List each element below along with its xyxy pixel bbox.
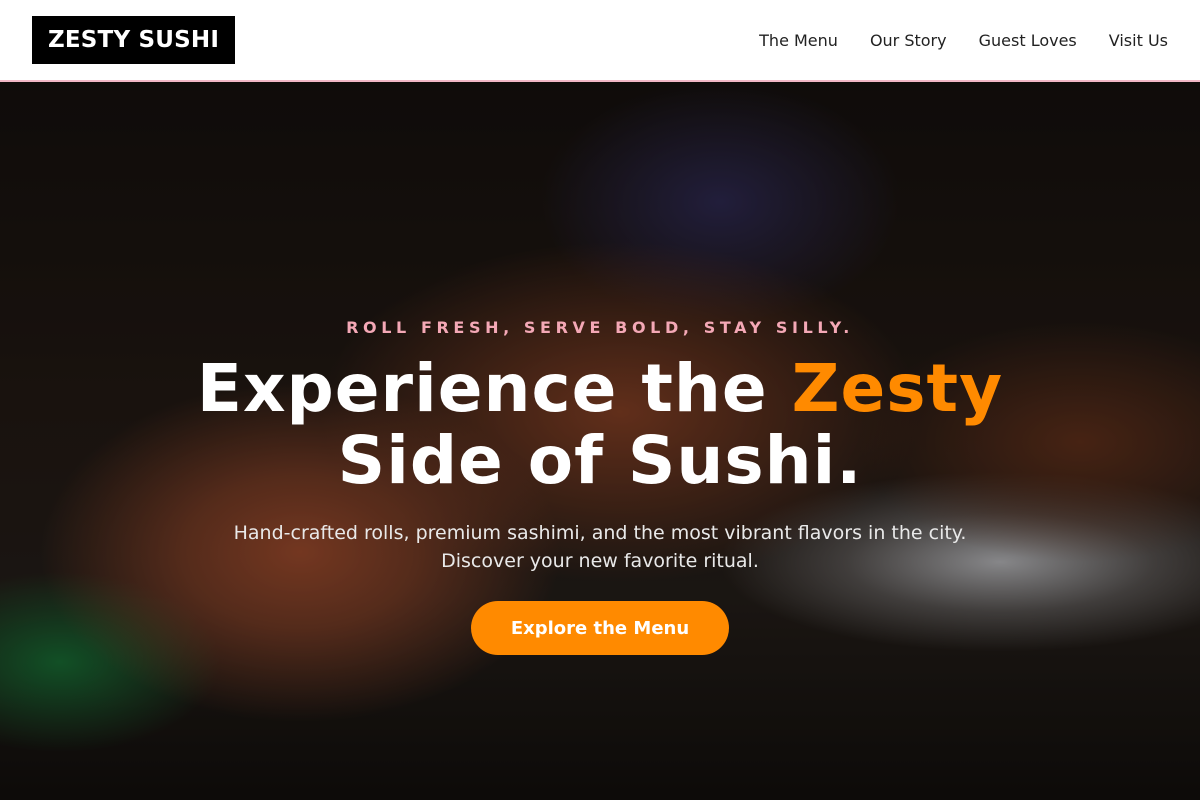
hero-subtitle: Hand-crafted rolls, premium sashimi, and… xyxy=(200,519,1000,575)
hero-tagline: ROLL FRESH, SERVE BOLD, STAY SILLY. xyxy=(346,318,854,337)
nav-link-visit-us[interactable]: Visit Us xyxy=(1109,31,1168,50)
nav-link-the-menu[interactable]: The Menu xyxy=(759,31,838,50)
hero-content: ROLL FRESH, SERVE BOLD, STAY SILLY. Expe… xyxy=(0,82,1200,800)
hero-section: ROLL FRESH, SERVE BOLD, STAY SILLY. Expe… xyxy=(0,82,1200,800)
hero-subtitle-line1: Hand-crafted rolls, premium sashimi, and… xyxy=(233,522,967,544)
explore-menu-button[interactable]: Explore the Menu xyxy=(471,601,729,655)
headline-text-line2: Side of Sushi. xyxy=(337,422,863,499)
brand-logo[interactable]: ZESTY SUSHI xyxy=(32,16,236,64)
nav-link-guest-loves[interactable]: Guest Loves xyxy=(979,31,1077,50)
hero-headline: Experience the Zesty Side of Sushi. xyxy=(197,353,1003,497)
headline-text-part1: Experience the xyxy=(196,350,768,427)
headline-accent-word: Zesty xyxy=(791,350,1004,427)
main-nav: The Menu Our Story Guest Loves Visit Us xyxy=(759,31,1168,50)
nav-link-our-story[interactable]: Our Story xyxy=(870,31,947,50)
hero-subtitle-line2: Discover your new favorite ritual. xyxy=(441,550,759,572)
site-header: ZESTY SUSHI The Menu Our Story Guest Lov… xyxy=(0,0,1200,82)
